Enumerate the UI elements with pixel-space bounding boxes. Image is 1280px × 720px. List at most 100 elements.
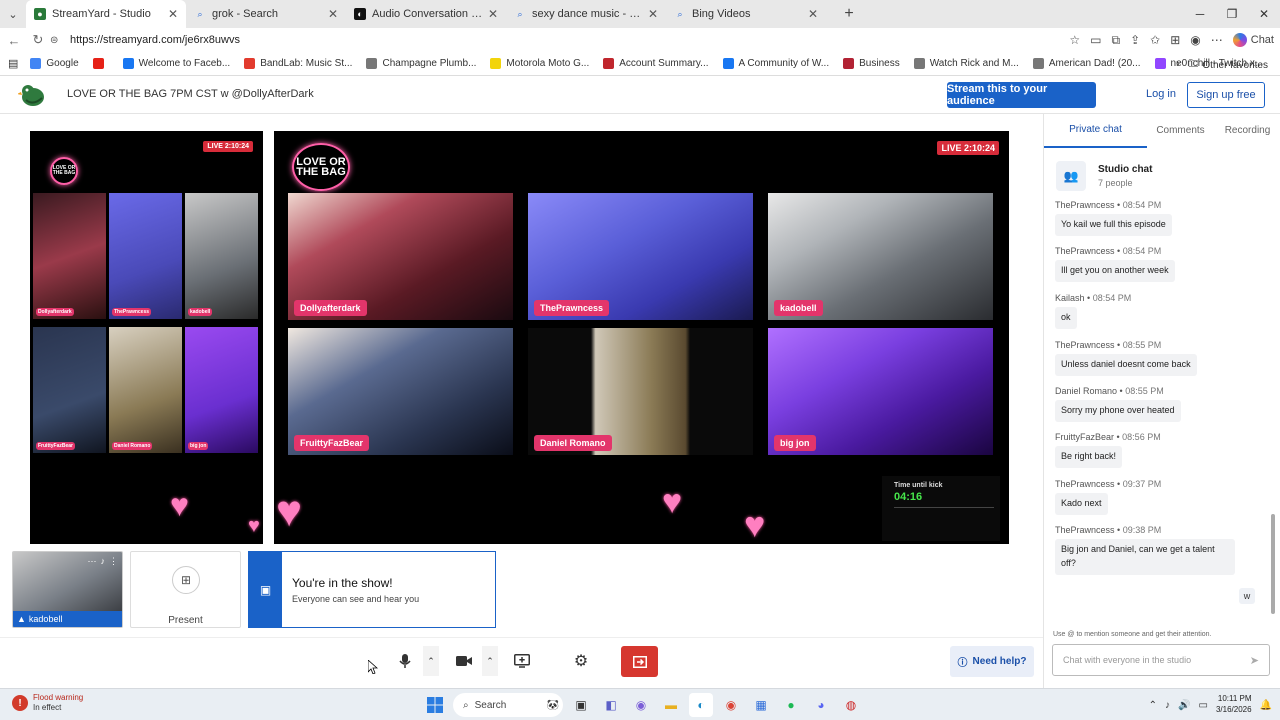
tab-streamyard[interactable]: ● StreamYard - Studio ✕ [26,0,186,28]
participant-tile[interactable]: Daniel Romano [528,328,753,455]
profile-icon[interactable]: ◉ [1190,33,1200,47]
participant-tile[interactable]: Dollyafterdark [288,193,513,320]
leave-studio-button[interactable] [621,646,658,677]
own-message-bubble: w [1239,588,1255,604]
participant-tile[interactable]: kadobell [768,193,993,320]
participant-tile[interactable]: FruittyFazBear [288,328,513,455]
close-tab-icon[interactable]: ✕ [488,7,498,21]
sign-up-button[interactable]: Sign up free [1187,82,1265,108]
copilot-chat-button[interactable]: Chat [1232,33,1274,47]
other-favorites[interactable]: 🗀 Other favorites [1188,57,1268,74]
participant-tile[interactable]: big jon [768,328,993,455]
url-field[interactable]: ⊜ https://streamyard.com/je6rx8uwvs [50,30,1150,50]
bookmark-item[interactable]: BandLab: Music St... [244,58,352,69]
present-button[interactable]: ⊞ Present [130,551,241,628]
microphone-button[interactable] [390,646,420,676]
bookmark-item[interactable]: Welcome to Faceb... [122,58,230,69]
new-tab-icon[interactable]: + [836,0,862,28]
bookmark-item[interactable]: Account Summary... [603,58,709,69]
notifications-icon[interactable]: 🔔 [1260,700,1272,711]
chrome-icon[interactable]: ◉ [719,693,743,717]
camera-icon[interactable]: ▭ [1090,33,1101,47]
app-icon[interactable]: ◍ [839,693,863,717]
login-link[interactable]: Log in [1146,88,1176,100]
restore-icon[interactable]: ❐ [1216,0,1248,28]
share-screen-button[interactable] [507,646,537,676]
microphone-tray-icon[interactable]: ♪ [1165,700,1170,711]
discord-icon[interactable]: ◕ [809,693,833,717]
send-icon[interactable]: ➤ [1250,654,1259,667]
mic-icon[interactable]: ♪ [101,556,106,567]
camera-options-chevron-icon[interactable]: ⌃ [482,646,498,676]
bookmark-item[interactable] [92,58,109,69]
reading-list-icon[interactable]: ▤ [8,57,18,70]
separator-dot: • [1114,246,1123,256]
bookmark-item[interactable]: Watch Rick and M... [913,58,1019,69]
tab-grok-audio[interactable]: ◐ Audio Conversation - Grok ✕ [346,0,506,28]
close-tab-icon[interactable]: ✕ [808,7,818,21]
stage-area: LOVE OR THE BAG LIVE 2:10:24 Dollyafterd… [0,114,1043,688]
task-view-icon[interactable]: ▣ [569,693,593,717]
tab-music-search[interactable]: ⌕ sexy dance music - Search ✕ [506,0,666,28]
file-explorer-icon[interactable]: ▬ [659,693,683,717]
more-dots-icon[interactable]: ⋯ [88,556,97,567]
close-tab-icon[interactable]: ✕ [328,7,338,21]
participant-tile[interactable]: ThePrawncess [528,193,753,320]
participant-nametag: big jon [188,442,209,450]
bookmark-item[interactable]: Champagne Plumb... [366,58,476,69]
tab-recording[interactable]: Recording [1214,114,1280,148]
window-controls: ─ ❐ ✕ [1184,0,1280,28]
taskbar-search[interactable]: ⌕ Search 🐼 [453,693,563,717]
chat-scrollbar[interactable] [1271,204,1275,624]
kebab-menu-icon[interactable]: ⋮ [109,556,118,567]
bookmark-item[interactable]: Motorola Moto G... [490,58,589,69]
tray-overflow-chevron-icon[interactable]: ⌃ [1149,700,1157,711]
close-window-icon[interactable]: ✕ [1248,0,1280,28]
back-icon[interactable]: ← [2,28,26,52]
chat-message-header: ThePrawncess • 09:37 PM [1055,479,1265,489]
bookmark-item[interactable]: Business [843,58,900,69]
bookmark-item[interactable]: A Community of W... [722,58,829,69]
windows-start-icon[interactable] [423,693,447,717]
camera-button[interactable] [449,646,479,676]
close-tab-icon[interactable]: ✕ [648,7,658,21]
tab-private-chat[interactable]: Private chat [1044,114,1147,148]
favorites-icon[interactable]: ✩ [1150,33,1160,47]
share-icon[interactable]: ⇪ [1130,33,1140,47]
settings-button[interactable]: ⚙ [566,646,596,676]
tab-comments[interactable]: Comments [1147,114,1214,148]
chat-scrollbar-thumb[interactable] [1271,514,1275,614]
weather-widget[interactable]: ! Flood warning In effect [12,693,83,714]
teams-icon[interactable]: ◧ [599,693,623,717]
favorite-star-icon[interactable]: ☆ [1069,33,1080,47]
extensions-icon[interactable]: ⧉ [1112,33,1121,48]
collections-icon[interactable]: ⊞ [1170,33,1180,47]
edge-icon[interactable]: ◐ [689,693,713,717]
bookmark-item[interactable]: American Dad! (20... [1032,58,1141,69]
battery-icon[interactable]: ▭ [1199,700,1208,711]
chat-input[interactable]: Chat with everyone in the studio ➤ [1052,644,1270,676]
store-icon[interactable]: ▦ [749,693,773,717]
teams-chat-icon[interactable]: ◉ [629,693,653,717]
bookmark-item[interactable]: Google [30,58,79,69]
clock[interactable]: 10:11 PM 3/16/2026 [1216,694,1252,716]
site-info-icon[interactable]: ⊜ [50,35,64,46]
refresh-icon[interactable]: ↻ [26,28,50,52]
more-icon[interactable]: ⋯ [1211,33,1223,47]
chat-message-header: FruittyFazBear • 08:56 PM [1055,432,1265,442]
stage-preview[interactable]: LOVE OR THE BAG LIVE 2:10:24 Dollyafterd… [30,131,263,544]
tab-actions-chevron-icon[interactable]: ⌄ [0,0,26,28]
tab-bing-videos[interactable]: ⌕ Bing Videos ✕ [666,0,826,28]
self-camera-tile[interactable]: ⋯ ♪ ⋮ ▲ kadobell [12,551,123,628]
tab-grok-search[interactable]: ⌕ grok - Search ✕ [186,0,346,28]
spotify-icon[interactable]: ● [779,693,803,717]
mic-options-chevron-icon[interactable]: ⌃ [423,646,439,676]
tab-label: StreamYard - Studio [52,8,151,20]
minimize-icon[interactable]: ─ [1184,0,1216,28]
volume-icon[interactable]: 🔊 [1178,700,1190,711]
close-tab-icon[interactable]: ✕ [168,7,178,21]
more-bookmarks-chevron-icon[interactable]: › [1176,56,1180,70]
chat-message: ThePrawncess • 09:37 PM Kado next [1055,479,1265,515]
stream-to-audience-button[interactable]: Stream this to your audience [947,82,1096,108]
need-help-button[interactable]: ⓘ Need help? [950,646,1034,677]
